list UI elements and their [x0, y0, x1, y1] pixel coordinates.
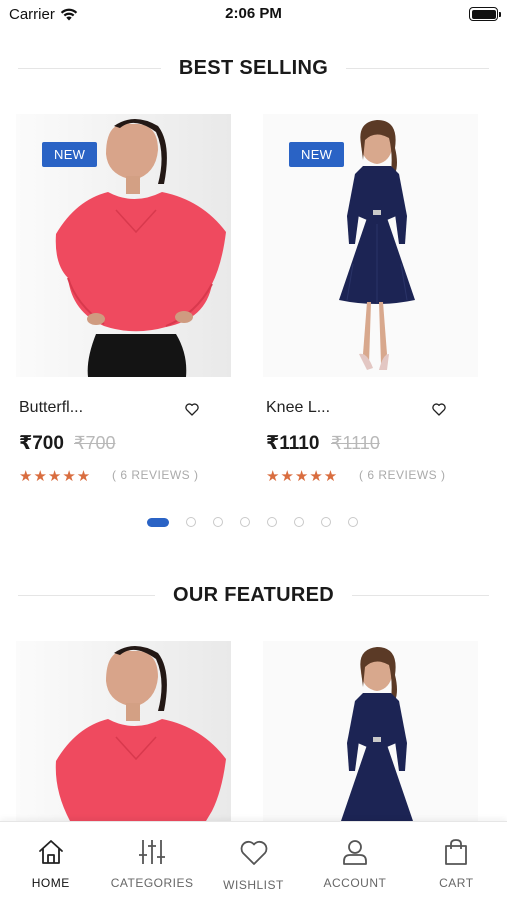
pager-dot[interactable] [240, 517, 250, 527]
product-price: ₹700 [19, 433, 64, 454]
blouse-model-image [16, 641, 231, 821]
carousel-pager [147, 517, 358, 527]
dress-model-image [263, 641, 478, 821]
home-icon [38, 840, 63, 864]
product-card[interactable]: NEW Butterfl... ₹700 ₹700 ★★★★★ ( 6 REVI… [16, 114, 231, 485]
divider [18, 595, 155, 596]
tab-label: HOME [31, 876, 70, 890]
section-title: OUR FEATURED [173, 584, 335, 606]
pager-dot[interactable] [186, 517, 196, 527]
new-badge: NEW [289, 142, 345, 167]
tab-cart[interactable]: CART [406, 822, 507, 900]
product-image[interactable]: NEW [16, 114, 231, 377]
wishlist-heart-icon[interactable] [184, 401, 200, 417]
wishlist-heart-icon[interactable] [431, 401, 447, 417]
pager-dot[interactable] [294, 517, 304, 527]
review-count[interactable]: ( 6 REVIEWS ) [112, 468, 199, 482]
product-old-price: ₹1110 [331, 433, 380, 453]
product-image[interactable]: NEW [263, 114, 478, 377]
status-bar: Carrier 2:06 PM [0, 0, 507, 28]
featured-product-card[interactable] [16, 641, 231, 821]
bottom-tab-bar: HOME CATEGORIES WISHLIST ACCOUNT CART [0, 821, 507, 900]
featured-product-card[interactable] [263, 641, 478, 821]
user-icon [343, 840, 367, 865]
product-old-price: ₹700 [74, 433, 116, 453]
tab-categories[interactable]: CATEGORIES [101, 822, 202, 900]
status-time: 2:06 PM [225, 5, 282, 22]
pager-dot[interactable] [321, 517, 331, 527]
pager-dot[interactable] [213, 517, 223, 527]
star-rating: ★★★★★ [266, 468, 339, 485]
heart-icon [240, 840, 267, 865]
tab-label: CART [439, 876, 474, 890]
sliders-icon [139, 840, 166, 864]
product-name[interactable]: Butterfl... [19, 399, 83, 417]
best-selling-heading: BEST SELLING [0, 57, 507, 80]
pager-dot[interactable] [348, 517, 358, 527]
divider [18, 68, 161, 69]
product-price: ₹1110 [266, 433, 320, 454]
divider [352, 595, 490, 596]
product-image[interactable] [16, 641, 231, 821]
product-name[interactable]: Knee L... [266, 399, 330, 417]
tab-account[interactable]: ACCOUNT [304, 822, 405, 900]
review-count[interactable]: ( 6 REVIEWS ) [359, 468, 446, 482]
star-rating: ★★★★★ [19, 468, 92, 485]
pager-dot[interactable] [267, 517, 277, 527]
tab-home[interactable]: HOME [0, 822, 101, 900]
battery-icon [469, 7, 501, 21]
tab-label: ACCOUNT [323, 876, 387, 890]
bag-icon [445, 839, 468, 865]
new-badge: NEW [42, 142, 98, 167]
product-card[interactable]: NEW Knee L... ₹1110 ₹1110 ★★★★★ ( 6 REVI… [263, 114, 478, 485]
product-image[interactable] [263, 641, 478, 821]
our-featured-heading: OUR FEATURED [0, 584, 507, 607]
tab-wishlist[interactable]: WISHLIST [203, 822, 304, 900]
tab-label: CATEGORIES [110, 876, 194, 890]
tab-label: WISHLIST [223, 878, 284, 892]
pager-dot-active[interactable] [147, 517, 169, 527]
divider [346, 68, 490, 69]
section-title: BEST SELLING [178, 57, 329, 79]
